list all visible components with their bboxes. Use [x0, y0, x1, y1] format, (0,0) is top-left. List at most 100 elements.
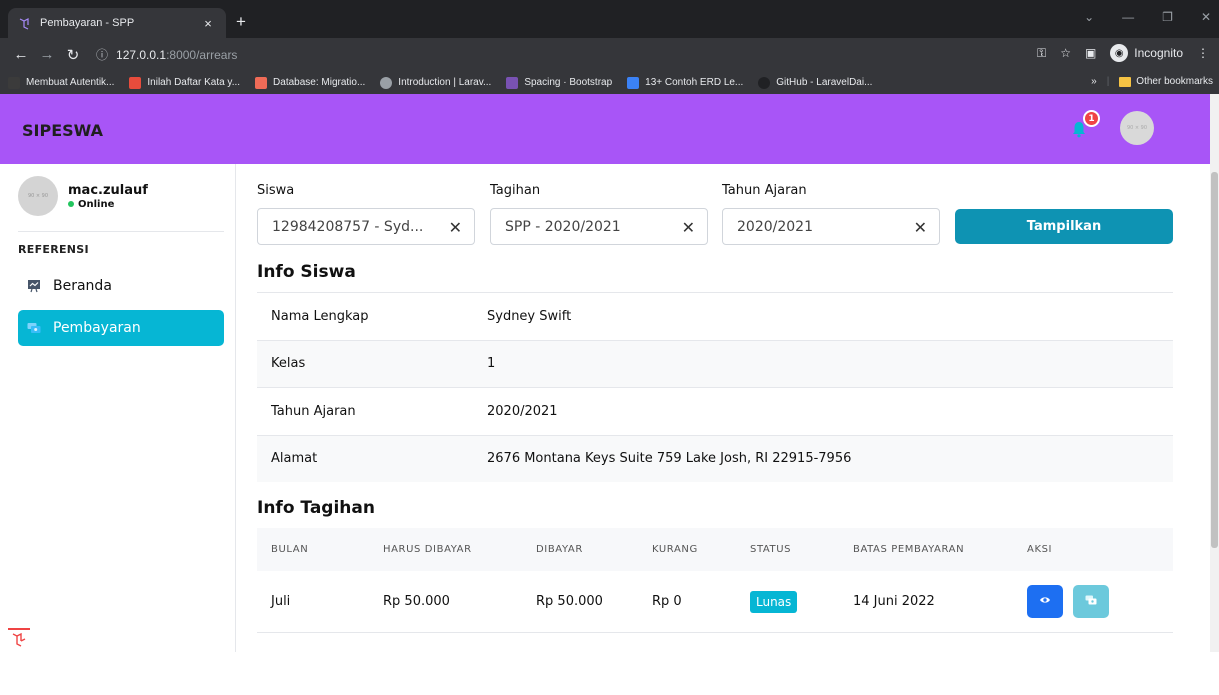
tahun-ajaran-label: Tahun Ajaran [722, 183, 807, 198]
incognito-indicator[interactable]: ◉ Incognito [1110, 44, 1183, 62]
tab-title: Pembayaran - SPP [40, 17, 135, 29]
sidebar-item-label: Pembayaran [53, 320, 141, 336]
tahun-ajaran-select[interactable]: 2020/2021 ✕ [722, 208, 940, 245]
row-value: 2676 Montana Keys Suite 759 Lake Josh, R… [487, 451, 852, 467]
table-row: Nama Lengkap Sydney Swift [257, 292, 1173, 340]
bookmark-label: Spacing · Bootstrap [524, 77, 613, 88]
view-button[interactable] [1027, 585, 1063, 618]
column-header: DIBAYAR [536, 544, 583, 555]
table-header: BULAN HARUS DIBAYAR DIBAYAR KURANG STATU… [257, 528, 1173, 571]
window-controls: ⌄ — ❐ ✕ [1084, 10, 1211, 24]
sidebar-item-label: Beranda [53, 278, 112, 294]
browser-tab[interactable]: Pembayaran - SPP × [8, 8, 226, 38]
bookmark-icon [758, 76, 771, 89]
minimize-icon[interactable]: — [1122, 10, 1134, 24]
status-badge: Online [68, 199, 148, 210]
bookmarks-more-icon[interactable]: » [1091, 76, 1097, 87]
presentation-icon [27, 279, 41, 293]
table-row: Juli Rp 50.000 Rp 50.000 Rp 0 Lunas 14 J… [257, 571, 1173, 633]
address-bar: ← → ↻ ⓘ 127.0.0.1 :8000/arrears ⚿ ☆ ▣ ◉ … [0, 38, 1219, 71]
star-icon[interactable]: ☆ [1060, 46, 1071, 60]
tampilkan-button[interactable]: Tampilkan [955, 209, 1173, 244]
clear-icon[interactable]: ✕ [914, 218, 927, 237]
payment-icon [1085, 594, 1097, 610]
clear-icon[interactable]: ✕ [682, 218, 695, 237]
scrollbar-thumb[interactable] [1211, 172, 1218, 548]
site-info-icon[interactable]: ⓘ [96, 46, 108, 63]
payment-icon [27, 321, 41, 335]
user-panel: 90 × 90 mac.zulauf Online [18, 176, 148, 216]
app-header: SIPESWA 1 90 × 90 [0, 94, 1210, 164]
table-row: Tahun Ajaran 2020/2021 [257, 387, 1173, 435]
sidebar-item-pembayaran[interactable]: Pembayaran [18, 310, 224, 346]
divider [18, 231, 224, 232]
other-bookmarks[interactable]: Other bookmarks [1119, 76, 1213, 87]
clear-icon[interactable]: ✕ [449, 218, 462, 237]
sidebar: 90 × 90 mac.zulauf Online REFERENSI Bera… [0, 164, 236, 652]
info-siswa-title: Info Siswa [257, 262, 356, 282]
username: mac.zulauf [68, 182, 148, 198]
pay-button[interactable] [1073, 585, 1109, 618]
table-row: Kelas 1 [257, 339, 1173, 387]
row-value: 2020/2021 [487, 403, 558, 419]
bookmark-label: Inilah Daftar Kata y... [147, 77, 241, 88]
status-badge: Lunas [750, 590, 798, 613]
bookmark-icon [627, 76, 640, 89]
laravel-debugbar-icon[interactable] [8, 628, 30, 652]
tab-close-icon[interactable]: × [200, 16, 216, 31]
info-tagihan-title: Info Tagihan [257, 498, 375, 518]
bookmark-item[interactable]: Membuat Autentik... [8, 76, 115, 89]
tahun-ajaran-value: 2020/2021 [737, 218, 813, 235]
table-row [257, 633, 1173, 695]
bookmark-label: Introduction | Larav... [398, 77, 492, 88]
tagihan-select[interactable]: SPP - 2020/2021 ✕ [490, 208, 708, 245]
bookmark-item[interactable]: GitHub - LaravelDai... [758, 76, 873, 89]
column-header: BATAS PEMBAYARAN [853, 544, 965, 555]
url-field[interactable]: ⓘ 127.0.0.1 :8000/arrears [96, 41, 991, 68]
bookmark-icon [129, 76, 142, 89]
bookmark-icon [380, 76, 393, 89]
other-bookmarks-label: Other bookmarks [1136, 76, 1213, 87]
bookmark-item[interactable]: Introduction | Larav... [380, 76, 492, 89]
forward-icon[interactable]: → [34, 46, 60, 63]
column-header: KURANG [652, 544, 698, 555]
bookmark-icon [506, 76, 519, 89]
bookmark-item[interactable]: 13+ Contoh ERD Le... [627, 76, 744, 89]
row-key: Alamat [271, 451, 318, 467]
bookmark-label: Membuat Autentik... [26, 77, 115, 88]
column-header: AKSI [1027, 544, 1053, 555]
bookmark-label: 13+ Contoh ERD Le... [645, 77, 744, 88]
bookmark-label: GitHub - LaravelDai... [776, 77, 873, 88]
laravel-favicon-icon [18, 17, 31, 30]
bookmark-icon [255, 76, 268, 89]
brand-logo[interactable]: SIPESWA [22, 121, 103, 140]
side-panel-icon[interactable]: ▣ [1085, 46, 1096, 60]
key-icon[interactable]: ⚿ [1037, 46, 1046, 61]
sidebar-item-beranda[interactable]: Beranda [18, 268, 224, 304]
new-tab-button[interactable]: + [236, 12, 246, 32]
close-window-icon[interactable]: ✕ [1201, 10, 1211, 24]
harus-dibayar-cell: Rp 50.000 [383, 594, 450, 609]
sidebar-section-title: REFERENSI [18, 243, 89, 256]
dibayar-cell: Rp 50.000 [536, 594, 603, 609]
avatar[interactable]: 90 × 90 [1120, 111, 1154, 145]
bookmark-icon [8, 76, 20, 89]
bookmark-item[interactable]: Database: Migratio... [255, 76, 366, 89]
tagihan-value: SPP - 2020/2021 [505, 218, 621, 235]
row-key: Nama Lengkap [271, 308, 369, 324]
bookmark-item[interactable]: Spacing · Bootstrap [506, 76, 613, 89]
restore-icon[interactable]: ❐ [1162, 10, 1173, 24]
siswa-select[interactable]: 12984208757 - Syd... ✕ [257, 208, 475, 245]
reload-icon[interactable]: ↻ [60, 46, 86, 64]
back-icon[interactable]: ← [8, 46, 34, 63]
menu-icon[interactable]: ⋮ [1197, 46, 1209, 60]
notification-badge: 1 [1083, 110, 1100, 127]
info-tagihan-table: BULAN HARUS DIBAYAR DIBAYAR KURANG STATU… [257, 528, 1173, 695]
tab-search-icon[interactable]: ⌄ [1084, 10, 1094, 24]
kurang-cell: Rp 0 [652, 594, 682, 609]
bookmark-item[interactable]: Inilah Daftar Kata y... [129, 76, 241, 89]
incognito-label: Incognito [1134, 46, 1183, 60]
tagihan-label: Tagihan [490, 183, 541, 198]
eye-icon [1039, 594, 1051, 610]
bookmark-label: Database: Migratio... [273, 77, 366, 88]
